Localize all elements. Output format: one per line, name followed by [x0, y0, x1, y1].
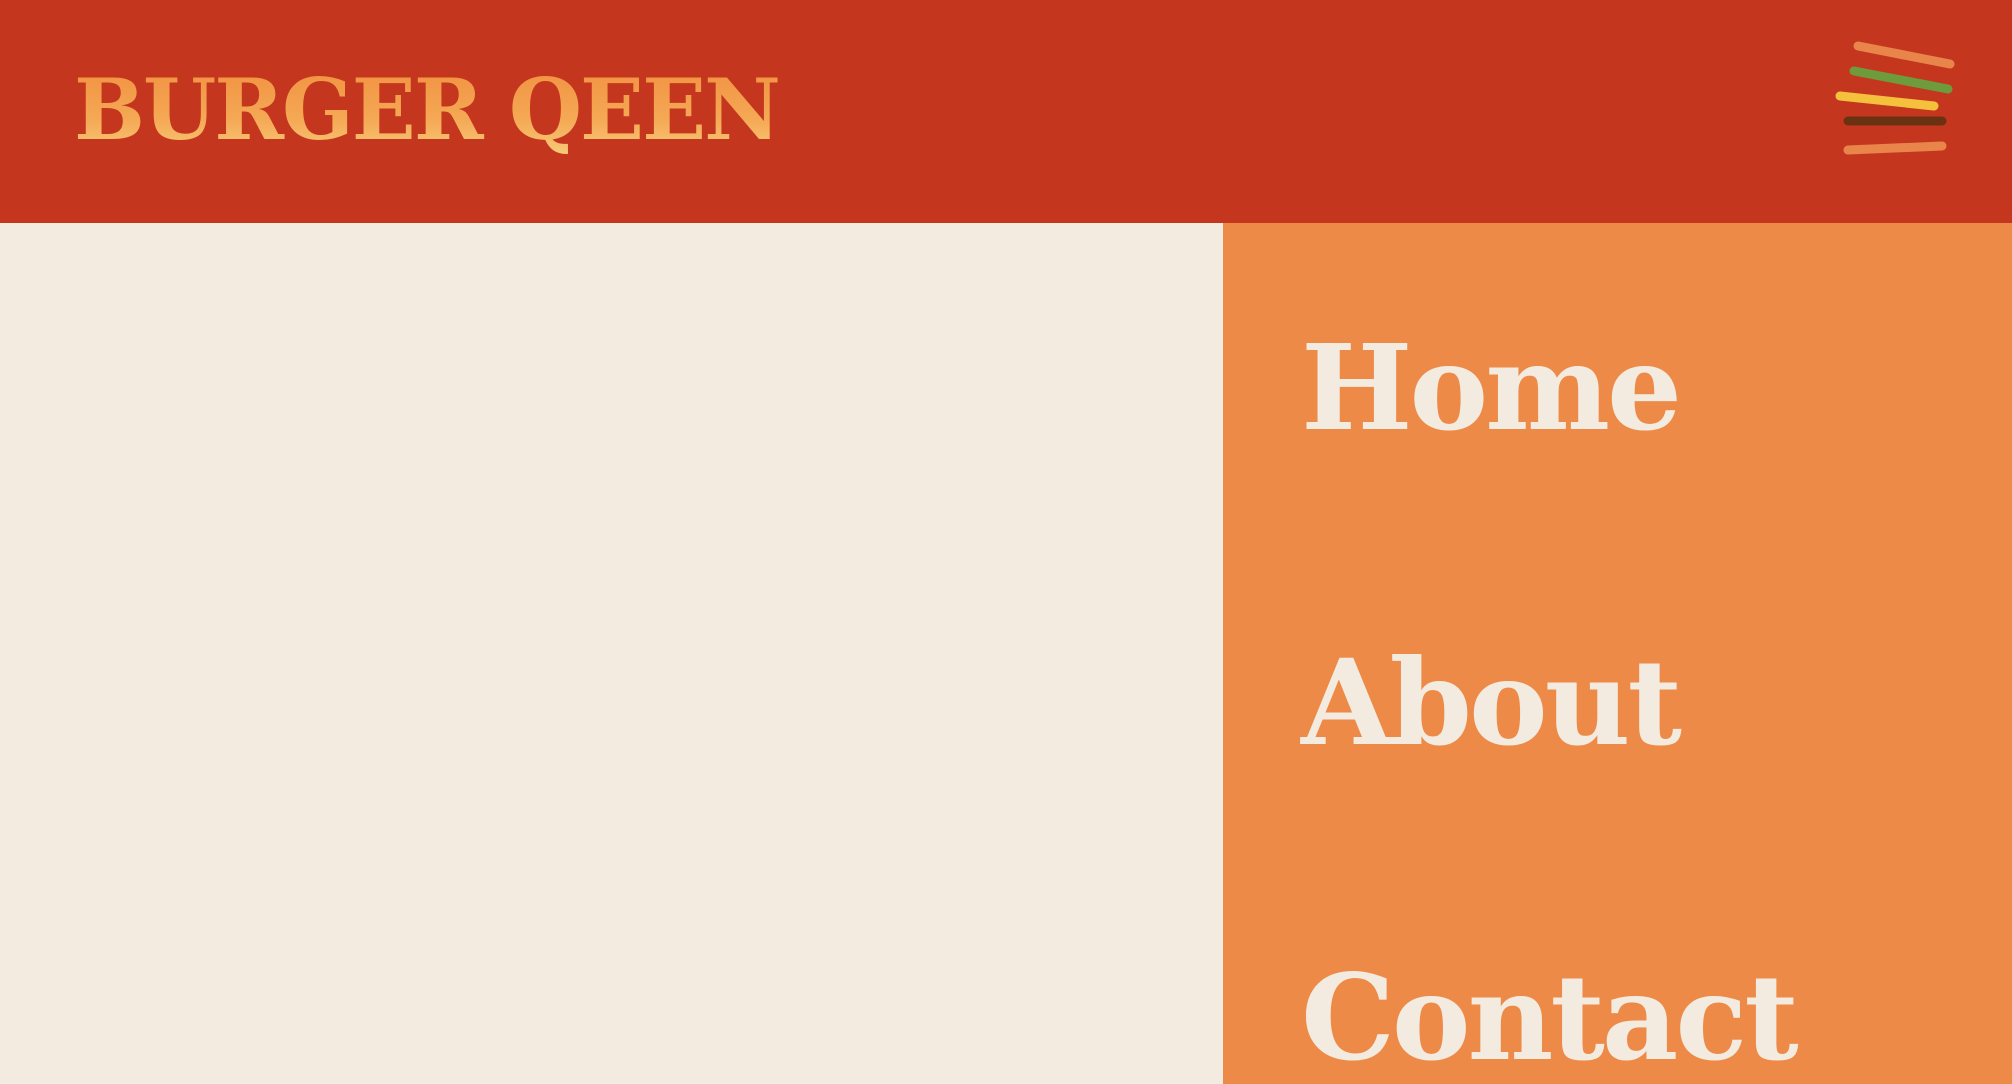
hamburger-menu-icon — [1835, 41, 1955, 155]
top-header: BURGER QEEN — [0, 0, 2012, 223]
nav-link-contact[interactable]: Contact — [1301, 958, 1799, 1078]
slide-out-navigation-menu: Home About Contact — [1223, 223, 2012, 1084]
main-content-area — [0, 223, 1223, 1084]
nav-link-about[interactable]: About — [1301, 643, 1682, 763]
nav-link-home[interactable]: Home — [1301, 328, 1682, 448]
hamburger-menu-button[interactable] — [1826, 36, 1956, 166]
brand-logo[interactable]: BURGER QEEN — [74, 60, 781, 160]
